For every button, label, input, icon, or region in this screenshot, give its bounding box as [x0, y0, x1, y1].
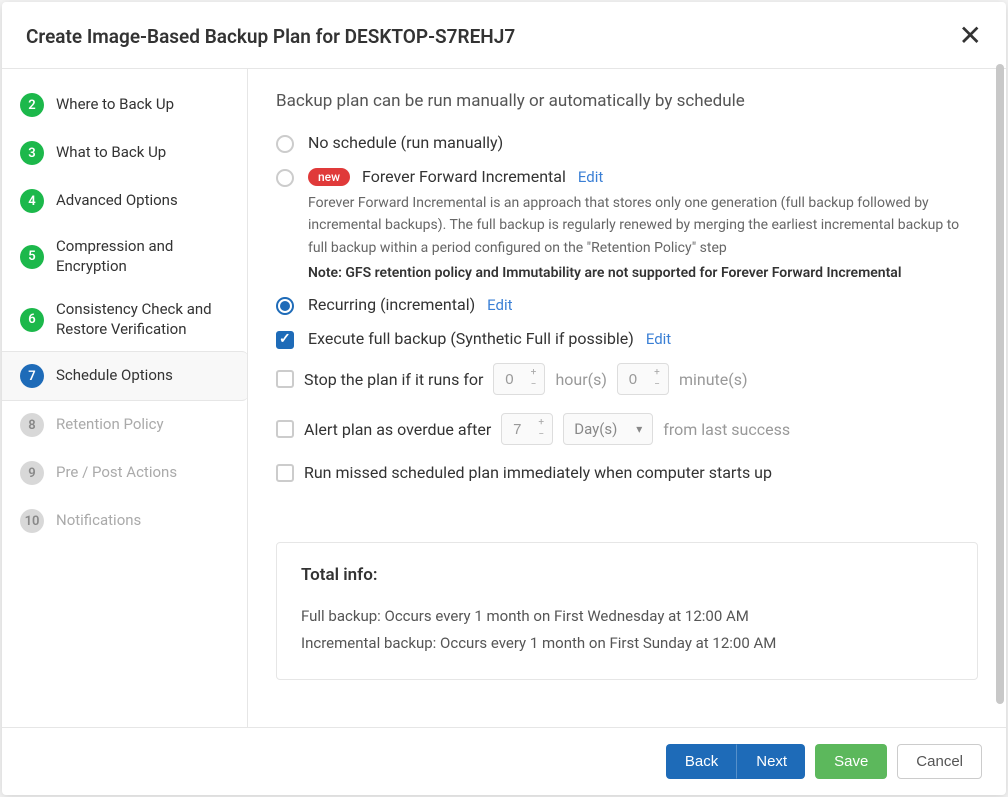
checkbox-run-missed[interactable] [276, 464, 294, 482]
stop-plan-hours-input[interactable]: +− [493, 363, 545, 395]
spin-up-icon[interactable]: + [532, 417, 550, 429]
scrollbar-thumb[interactable] [996, 64, 1004, 704]
total-incremental-backup: Incremental backup: Occurs every 1 month… [301, 630, 953, 657]
modal-header: Create Image-Based Backup Plan for DESKT… [2, 2, 1006, 69]
recurring-edit-link[interactable]: Edit [487, 296, 512, 314]
full-backup-label: Execute full backup (Synthetic Full if p… [308, 329, 634, 348]
wizard-content: Backup plan can be run manually or autom… [248, 69, 1006, 727]
option-forever-forward-incremental: new Forever Forward Incremental Edit For… [276, 167, 978, 281]
step-notifications: 10 Notifications [2, 497, 247, 545]
overdue-unit-select[interactable]: Day(s) [563, 413, 653, 445]
run-missed-label: Run missed scheduled plan immediately wh… [304, 463, 772, 482]
close-button[interactable]: ✕ [959, 22, 982, 50]
step-advanced-options[interactable]: 4 Advanced Options [2, 177, 247, 225]
minutes-field[interactable] [618, 371, 648, 388]
option-full-backup: Execute full backup (Synthetic Full if p… [276, 329, 978, 349]
step-pre-post-actions: 9 Pre / Post Actions [2, 449, 247, 497]
step-retention-policy: 8 Retention Policy [2, 401, 247, 449]
ffi-note: Note: GFS retention policy and Immutabil… [308, 265, 978, 281]
option-overdue-alert: Alert plan as overdue after +− Day(s) fr… [276, 413, 978, 445]
step-number: 8 [20, 413, 44, 437]
step-label: Schedule Options [56, 366, 173, 386]
step-consistency-check[interactable]: 6 Consistency Check and Restore Verifica… [2, 288, 247, 351]
save-button[interactable]: Save [815, 744, 887, 779]
content-heading: Backup plan can be run manually or autom… [276, 91, 978, 111]
spin-up-icon[interactable]: + [524, 367, 542, 379]
step-number: 2 [20, 93, 44, 117]
step-label: Notifications [56, 511, 141, 531]
step-label: Pre / Post Actions [56, 463, 177, 483]
nav-button-group: Back Next [666, 744, 805, 779]
step-compression-encryption[interactable]: 5 Compression and Encryption [2, 225, 247, 288]
checkbox-stop-plan[interactable] [276, 370, 294, 388]
step-label: Retention Policy [56, 415, 164, 435]
step-label: Where to Back Up [56, 95, 174, 115]
step-schedule-options[interactable]: 7 Schedule Options [2, 351, 248, 401]
step-number: 4 [20, 189, 44, 213]
stop-plan-label: Stop the plan if it runs for [304, 370, 483, 389]
hours-field[interactable] [494, 371, 524, 388]
full-backup-edit-link[interactable]: Edit [646, 330, 671, 348]
no-schedule-label: No schedule (run manually) [308, 133, 503, 152]
option-recurring: Recurring (incremental) Edit [276, 295, 978, 315]
option-stop-plan: Stop the plan if it runs for +− hour(s) … [276, 363, 978, 395]
hours-unit: hour(s) [555, 370, 606, 389]
back-button[interactable]: Back [666, 744, 737, 779]
step-number: 5 [20, 245, 44, 269]
ffi-label: Forever Forward Incremental [362, 167, 566, 186]
wizard-sidebar: 2 Where to Back Up 3 What to Back Up 4 A… [2, 69, 248, 727]
overdue-field[interactable] [502, 421, 532, 438]
scrollbar[interactable] [996, 64, 1004, 725]
ffi-edit-link[interactable]: Edit [578, 168, 603, 186]
stop-plan-minutes-input[interactable]: +− [617, 363, 669, 395]
cancel-button[interactable]: Cancel [897, 744, 982, 779]
overdue-label: Alert plan as overdue after [304, 420, 491, 439]
minutes-unit: minute(s) [679, 370, 748, 389]
option-no-schedule: No schedule (run manually) [276, 133, 978, 153]
spin-down-icon[interactable]: − [524, 379, 542, 391]
radio-no-schedule[interactable] [276, 135, 294, 153]
backup-plan-wizard-modal: Create Image-Based Backup Plan for DESKT… [2, 2, 1006, 795]
modal-footer: Back Next Save Cancel [2, 727, 1006, 795]
radio-ffi[interactable] [276, 169, 294, 187]
checkbox-overdue[interactable] [276, 420, 294, 438]
spin-down-icon[interactable]: − [532, 429, 550, 441]
total-info-panel: Total info: Full backup: Occurs every 1 … [276, 542, 978, 680]
total-info-title: Total info: [301, 565, 953, 585]
step-number: 7 [20, 364, 44, 388]
step-number: 10 [20, 509, 44, 533]
step-where-to-back-up[interactable]: 2 Where to Back Up [2, 81, 247, 129]
overdue-unit-value: Day(s) [574, 420, 617, 438]
overdue-value-input[interactable]: +− [501, 413, 553, 445]
step-label: What to Back Up [56, 143, 166, 163]
spin-down-icon[interactable]: − [648, 379, 666, 391]
overdue-suffix: from last success [663, 420, 790, 439]
option-run-missed: Run missed scheduled plan immediately wh… [276, 463, 978, 482]
recurring-label: Recurring (incremental) [308, 295, 475, 314]
ffi-description: Forever Forward Incremental is an approa… [308, 192, 978, 259]
spin-up-icon[interactable]: + [648, 367, 666, 379]
step-number: 3 [20, 141, 44, 165]
modal-body: 2 Where to Back Up 3 What to Back Up 4 A… [2, 69, 1006, 727]
checkbox-full-backup[interactable] [276, 331, 294, 349]
step-number: 6 [20, 308, 44, 332]
step-label: Compression and Encryption [56, 237, 229, 276]
total-full-backup: Full backup: Occurs every 1 month on Fir… [301, 603, 953, 630]
new-badge: new [308, 168, 350, 186]
radio-recurring[interactable] [276, 297, 294, 315]
step-what-to-back-up[interactable]: 3 What to Back Up [2, 129, 247, 177]
step-number: 9 [20, 461, 44, 485]
step-label: Advanced Options [56, 191, 178, 211]
modal-title: Create Image-Based Backup Plan for DESKT… [26, 25, 515, 48]
step-label: Consistency Check and Restore Verificati… [56, 300, 229, 339]
next-button[interactable]: Next [737, 744, 805, 779]
